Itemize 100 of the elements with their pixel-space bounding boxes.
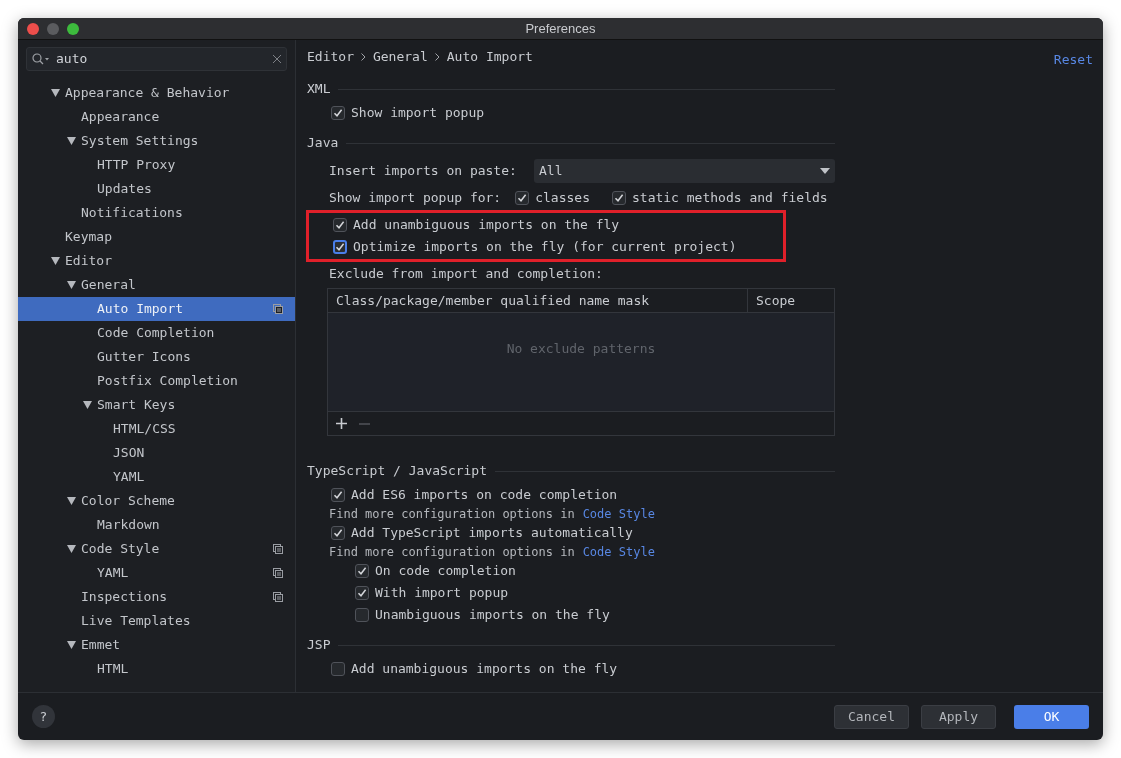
chevron-right-icon xyxy=(360,53,366,61)
tree-item[interactable]: Updates xyxy=(18,177,295,201)
checkbox-label[interactable]: Optimize imports on the fly (for current project) xyxy=(353,237,737,257)
tree-item[interactable]: System Settings xyxy=(18,129,295,153)
tree-item[interactable]: Keymap xyxy=(18,225,295,249)
column-header[interactable]: Scope xyxy=(748,289,834,312)
tree-item[interactable]: HTTP Proxy xyxy=(18,153,295,177)
hint-text: Find more configuration options in xyxy=(329,544,575,561)
expand-arrow-icon[interactable] xyxy=(67,641,76,649)
field-label: Exclude from import and completion: xyxy=(329,265,603,284)
checkmark-icon xyxy=(333,108,343,118)
section-title: XML xyxy=(307,80,331,99)
tree-item[interactable]: YAML xyxy=(18,561,295,585)
code-style-link[interactable]: Code Style xyxy=(582,505,655,523)
tree-item[interactable]: HTML xyxy=(18,657,295,681)
expand-arrow-icon[interactable] xyxy=(51,89,60,97)
select-field[interactable]: All xyxy=(534,159,835,183)
expand-arrow-icon[interactable] xyxy=(83,401,92,409)
checkbox[interactable] xyxy=(333,240,347,254)
checkbox-label[interactable]: Add unambiguous imports on the fly xyxy=(353,215,620,235)
tree-item[interactable]: Auto Import xyxy=(18,297,295,321)
window-title: Preferences xyxy=(525,19,596,38)
expand-arrow-icon[interactable] xyxy=(67,137,76,145)
tree-item[interactable]: Emmet xyxy=(18,633,295,657)
checkbox-label[interactable]: Unambiguous imports on the fly xyxy=(375,605,610,625)
clear-icon[interactable] xyxy=(273,55,281,63)
checkmark-icon xyxy=(335,220,345,230)
section-title: Java xyxy=(307,134,339,153)
tree-item[interactable]: Smart Keys xyxy=(18,393,295,417)
close-window-button[interactable] xyxy=(27,22,39,35)
checkbox[interactable] xyxy=(331,488,345,502)
checkbox[interactable] xyxy=(515,191,530,205)
checkbox-label[interactable]: Add unambiguous imports on the fly xyxy=(351,659,618,679)
expand-arrow-icon[interactable] xyxy=(51,257,60,265)
checkbox-label[interactable]: Add TypeScript imports automatically xyxy=(351,523,633,543)
dialog-button[interactable]: Apply xyxy=(921,704,996,729)
tree-item[interactable]: YAML xyxy=(18,465,295,489)
tree-item[interactable]: Color Scheme xyxy=(18,489,295,513)
checkbox[interactable] xyxy=(355,586,369,600)
tree-item[interactable]: Live Templates xyxy=(18,609,295,633)
dialog-button[interactable]: Cancel xyxy=(834,704,909,729)
hint-text: Find more configuration options in xyxy=(329,506,575,523)
expand-arrow-icon[interactable] xyxy=(67,497,76,505)
breadcrumb-item[interactable]: Auto Import xyxy=(446,47,533,67)
empty-table-text: No exclude patterns xyxy=(506,340,656,359)
tree-item[interactable]: Code Style xyxy=(18,537,295,561)
tree-item[interactable]: Notifications xyxy=(18,201,295,225)
checkbox[interactable] xyxy=(331,526,345,540)
checkbox-label[interactable]: With import popup xyxy=(375,583,509,603)
zoom-window-button[interactable] xyxy=(67,22,79,35)
checkbox-label[interactable]: static methods and fields xyxy=(632,188,828,208)
add-icon[interactable] xyxy=(336,418,347,429)
copy-icon xyxy=(273,544,283,554)
column-header[interactable]: Class/package/member qualified name mask xyxy=(328,289,748,312)
checkbox-label[interactable]: classes xyxy=(535,188,590,208)
tree-item[interactable]: Appearance xyxy=(18,105,295,129)
checkbox[interactable] xyxy=(355,608,369,622)
chevron-right-icon xyxy=(434,53,440,61)
dialog-button[interactable]: OK xyxy=(1014,704,1089,729)
tree-item[interactable]: Code Completion xyxy=(18,321,295,345)
expand-arrow-icon[interactable] xyxy=(67,281,76,289)
section-title: TypeScript / JavaScript xyxy=(307,462,487,481)
tree-item[interactable]: HTML/CSS xyxy=(18,417,295,441)
checkmark-icon xyxy=(357,588,367,598)
tree-item[interactable]: Inspections xyxy=(18,585,295,609)
checkmark-icon xyxy=(357,566,367,576)
checkmark-icon xyxy=(333,528,343,538)
checkbox[interactable] xyxy=(331,662,345,676)
checkmark-icon xyxy=(333,490,343,500)
checkbox[interactable] xyxy=(612,191,626,205)
copy-icon xyxy=(273,304,283,314)
tree-item[interactable]: General xyxy=(18,273,295,297)
checkmark-icon xyxy=(614,193,624,203)
tree-item[interactable]: Appearance & Behavior xyxy=(18,81,295,105)
tree-item[interactable]: Postfix Completion xyxy=(18,369,295,393)
tree-item[interactable]: JSON xyxy=(18,441,295,465)
checkmark-icon xyxy=(517,193,528,203)
field-label: Insert imports on paste: xyxy=(329,162,518,181)
checkbox-label[interactable]: Show import popup xyxy=(351,103,485,123)
help-button[interactable]: ? xyxy=(32,705,55,728)
checkbox[interactable] xyxy=(333,218,347,232)
copy-icon xyxy=(273,592,283,602)
search-icon xyxy=(32,53,50,65)
tree-item[interactable]: Markdown xyxy=(18,513,295,537)
tree-item[interactable]: Gutter Icons xyxy=(18,345,295,369)
copy-icon xyxy=(273,568,283,578)
checkbox-label[interactable]: On code completion xyxy=(375,561,516,581)
code-style-link[interactable]: Code Style xyxy=(582,543,655,561)
checkbox[interactable] xyxy=(355,564,369,578)
dropdown-arrow-icon xyxy=(820,168,830,174)
breadcrumb-item[interactable]: General xyxy=(372,47,428,67)
expand-arrow-icon[interactable] xyxy=(67,545,76,553)
checkbox[interactable] xyxy=(331,106,345,120)
field-label: Show import popup for: xyxy=(329,189,502,208)
checkmark-icon xyxy=(335,242,345,252)
tree-item[interactable]: Editor xyxy=(18,249,295,273)
checkbox-label[interactable]: Add ES6 imports on code completion xyxy=(351,485,618,505)
breadcrumb-item[interactable]: Editor xyxy=(307,47,354,67)
search-field[interactable]: auto xyxy=(26,47,287,71)
reset-link[interactable]: Reset xyxy=(1053,50,1093,70)
